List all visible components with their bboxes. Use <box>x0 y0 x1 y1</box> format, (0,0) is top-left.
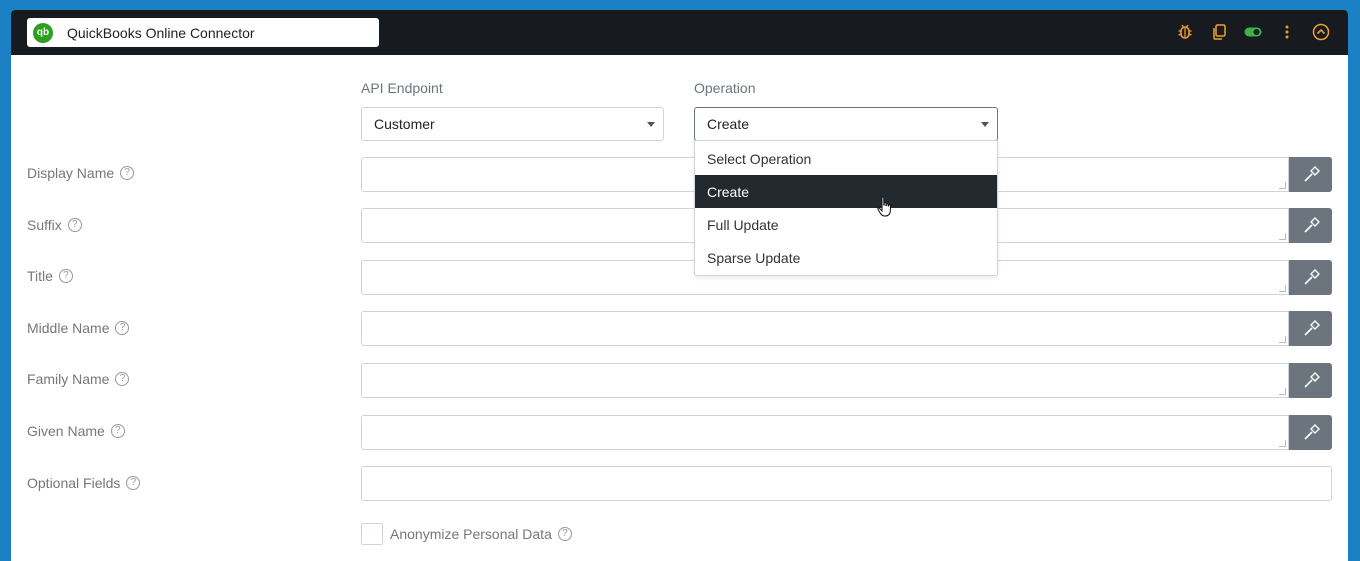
api-endpoint-label: API Endpoint <box>361 80 443 96</box>
help-icon[interactable]: ? <box>115 372 130 386</box>
family-name-wrench-button[interactable] <box>1289 363 1332 398</box>
wrench-icon <box>1303 216 1320 233</box>
suffix-wrench-button[interactable] <box>1289 208 1332 243</box>
help-icon[interactable]: ? <box>67 218 82 232</box>
hand-pointer-cursor-icon <box>877 196 893 221</box>
anonymize-label: Anonymize Personal Data ? <box>390 526 572 542</box>
resize-handle-icon[interactable] <box>1279 233 1286 240</box>
family-name-label: Family Name ? <box>27 371 130 387</box>
quickbooks-logo-icon: qb <box>33 22 53 43</box>
help-icon[interactable]: ? <box>120 166 135 180</box>
connector-panel: qb QuickBooks Online Connector API Endpo… <box>11 10 1348 561</box>
middle-name-input[interactable] <box>361 311 1289 346</box>
operation-option[interactable]: Full Update <box>695 208 997 241</box>
anonymize-label-text: Anonymize Personal Data <box>390 526 552 542</box>
help-icon[interactable]: ? <box>58 269 73 283</box>
help-icon[interactable]: ? <box>557 527 572 541</box>
header-bar: qb QuickBooks Online Connector <box>11 10 1348 55</box>
resize-handle-icon[interactable] <box>1279 440 1286 447</box>
chevron-down-icon <box>647 122 655 127</box>
field-label-text: Suffix <box>27 217 62 233</box>
wrench-icon <box>1303 268 1320 285</box>
toggle-icon[interactable] <box>1242 21 1264 43</box>
operation-label: Operation <box>694 80 756 96</box>
field-label-text: Title <box>27 268 53 284</box>
help-icon[interactable]: ? <box>126 476 141 490</box>
field-label-text: Middle Name <box>27 320 110 336</box>
resize-handle-icon[interactable] <box>1279 182 1286 189</box>
wrench-icon <box>1303 319 1320 336</box>
given-name-input[interactable] <box>361 415 1289 450</box>
resize-handle-icon[interactable] <box>1279 388 1286 395</box>
wrench-icon <box>1303 371 1320 388</box>
given-name-wrench-button[interactable] <box>1289 415 1332 450</box>
field-label-text: Optional Fields <box>27 475 121 491</box>
connector-title-box[interactable]: qb QuickBooks Online Connector <box>27 18 379 47</box>
middle-name-label: Middle Name ? <box>27 320 130 336</box>
api-endpoint-select[interactable]: Customer <box>361 107 664 141</box>
help-icon[interactable]: ? <box>115 321 130 335</box>
header-actions <box>1174 20 1332 44</box>
operation-option[interactable]: Sparse Update <box>695 241 997 274</box>
title-label: Title ? <box>27 268 73 284</box>
api-endpoint-value: Customer <box>374 116 435 132</box>
family-name-input[interactable] <box>361 363 1289 398</box>
connector-title: QuickBooks Online Connector <box>67 24 255 41</box>
suffix-label: Suffix ? <box>27 217 82 233</box>
operation-option[interactable]: Select Operation <box>695 142 997 175</box>
resize-handle-icon[interactable] <box>1279 285 1286 292</box>
display-name-wrench-button[interactable] <box>1289 157 1332 192</box>
field-label-text: Display Name <box>27 165 115 181</box>
chevron-down-icon <box>981 122 989 127</box>
middle-name-wrench-button[interactable] <box>1289 311 1332 346</box>
optional-fields-input[interactable] <box>361 466 1332 501</box>
resize-handle-icon[interactable] <box>1279 336 1286 343</box>
field-label-text: Family Name <box>27 371 110 387</box>
anonymize-checkbox[interactable] <box>361 523 383 545</box>
given-name-label: Given Name ? <box>27 423 125 439</box>
title-wrench-button[interactable] <box>1289 260 1332 295</box>
wrench-icon <box>1303 423 1320 440</box>
help-icon[interactable]: ? <box>110 424 125 438</box>
more-vertical-icon[interactable] <box>1276 21 1298 43</box>
optional-fields-label: Optional Fields ? <box>27 475 141 491</box>
wrench-icon <box>1303 165 1320 182</box>
operation-value: Create <box>707 116 750 132</box>
display-name-label: Display Name ? <box>27 165 135 181</box>
copy-icon[interactable] <box>1208 21 1230 43</box>
collapse-up-icon[interactable] <box>1310 21 1332 43</box>
operation-option-selected[interactable]: Create <box>695 175 997 208</box>
field-label-text: Given Name <box>27 423 105 439</box>
operation-select[interactable]: Create <box>694 107 998 141</box>
bug-icon[interactable] <box>1174 21 1196 43</box>
operation-dropdown-menu: Select Operation Create Full Update Spar… <box>694 140 998 276</box>
